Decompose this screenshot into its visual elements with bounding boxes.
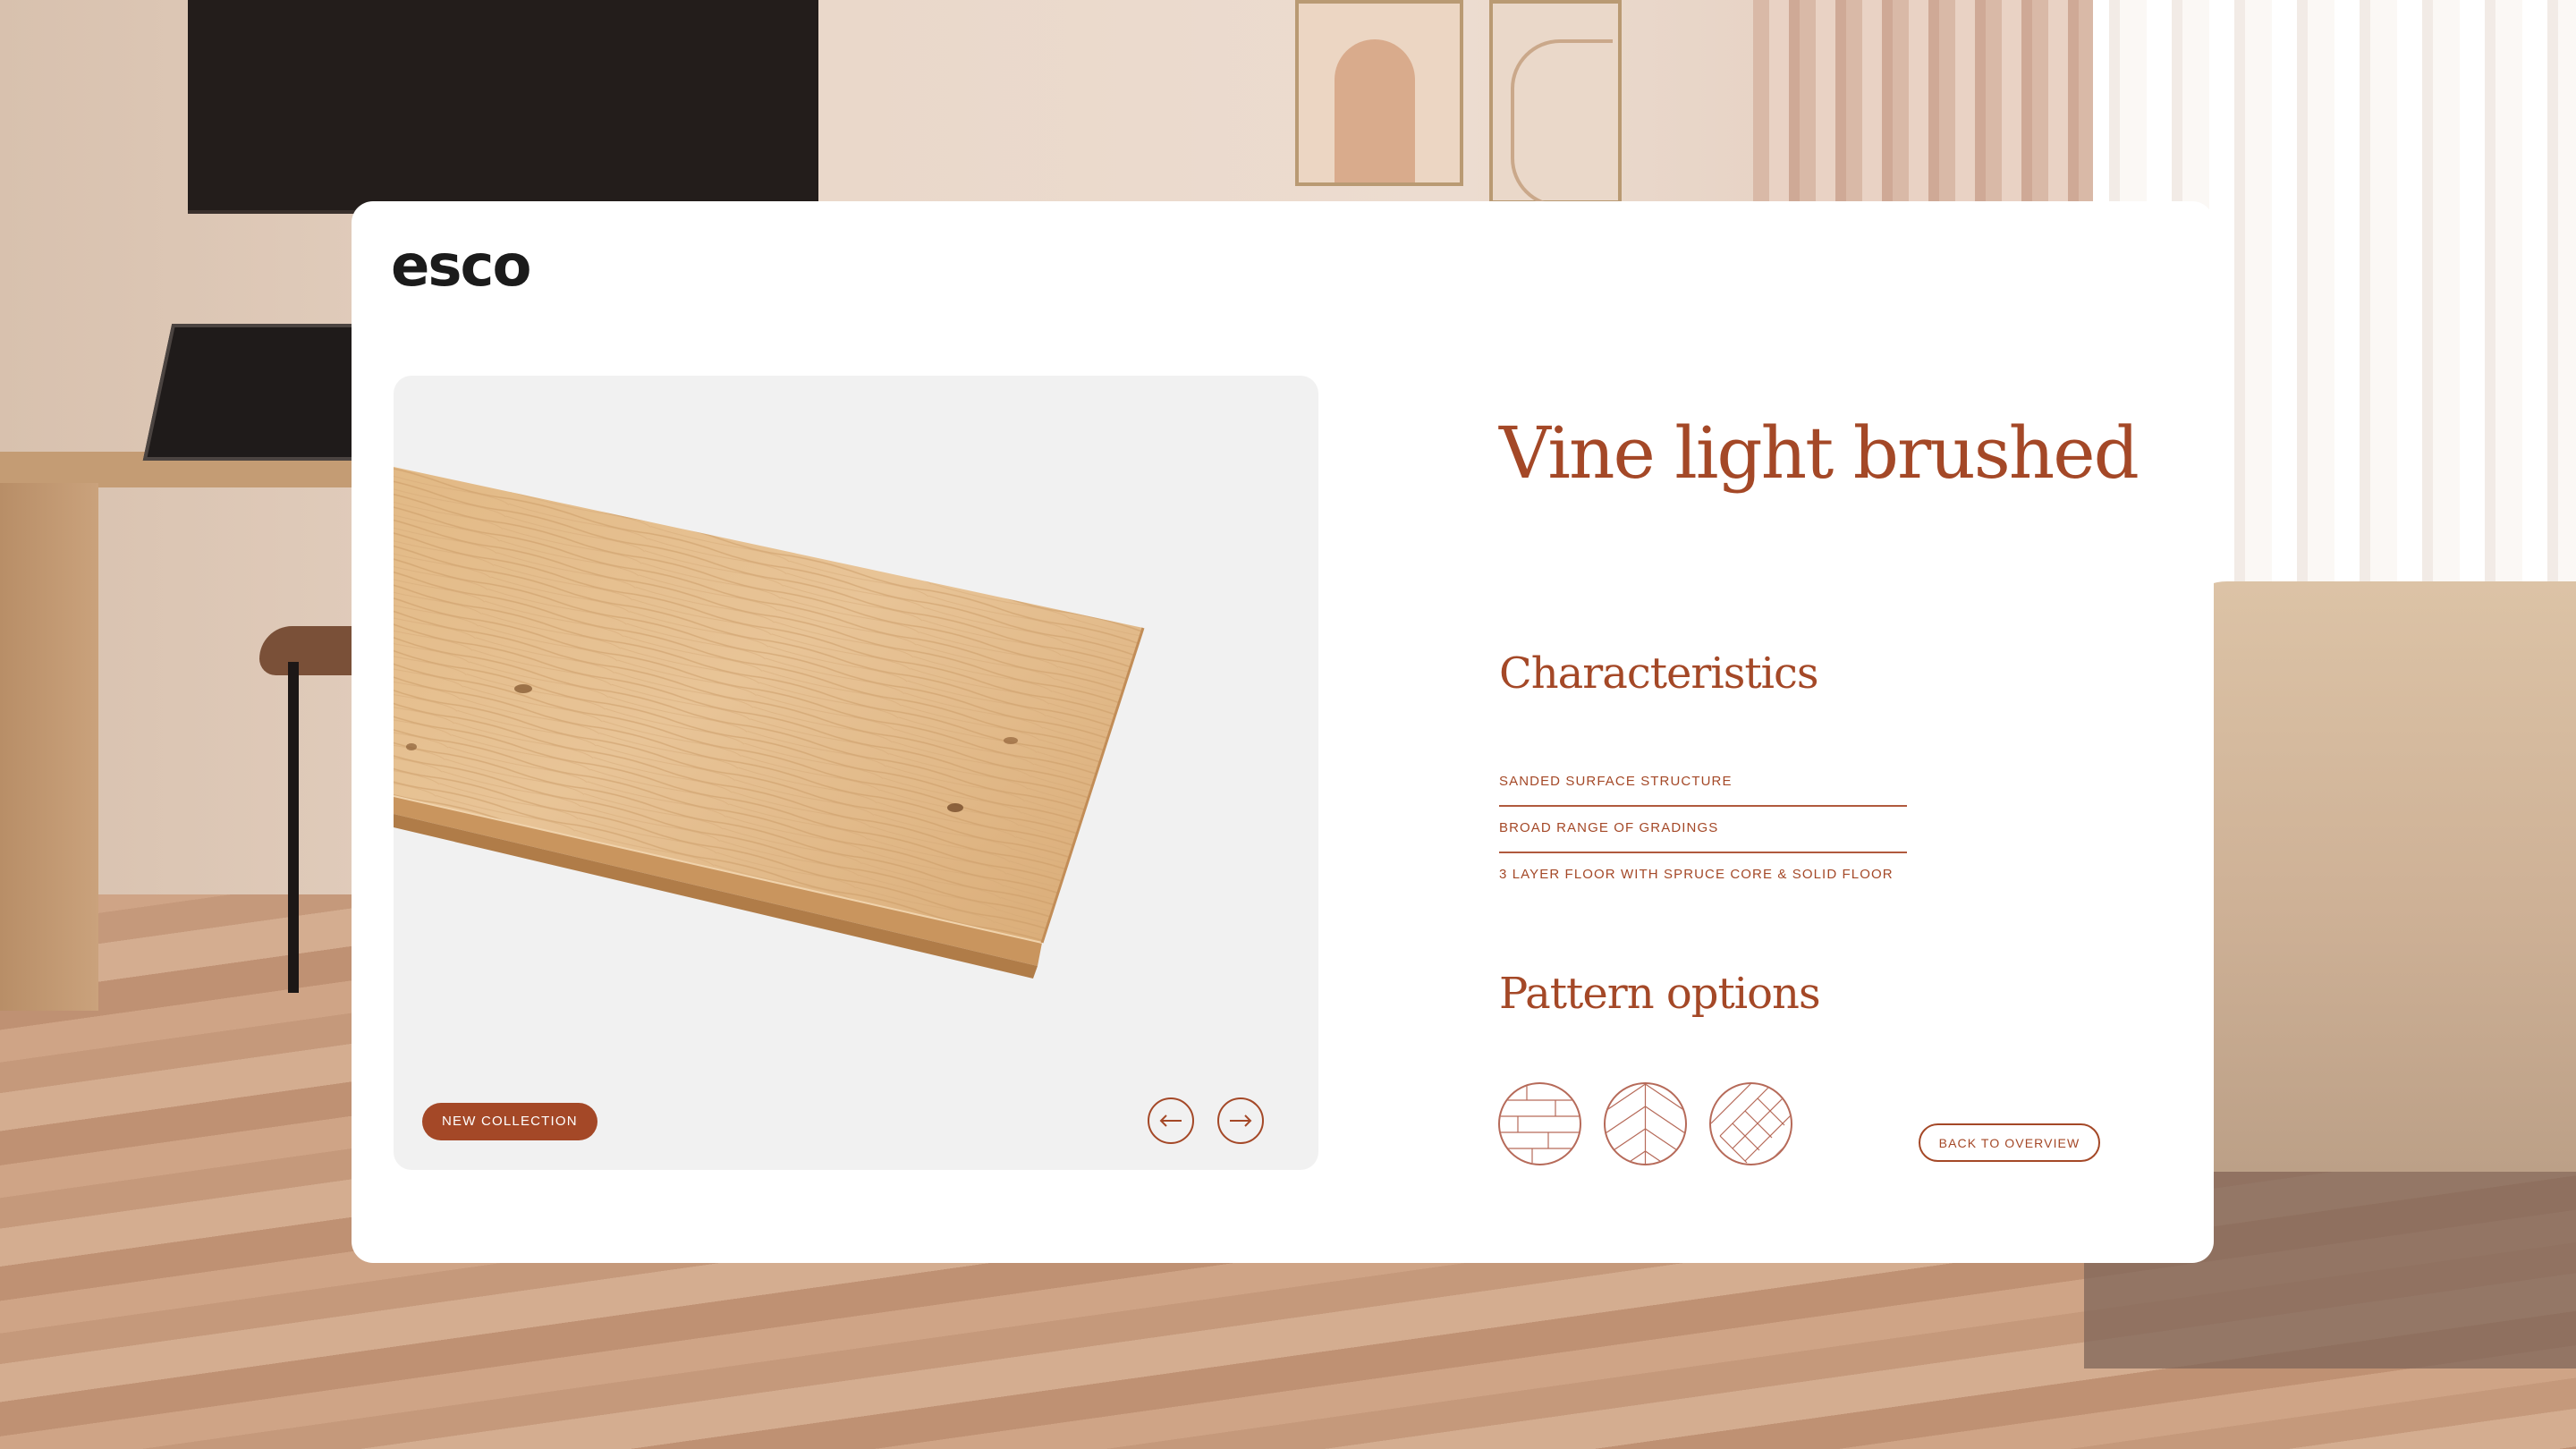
background-bed [2174,581,2576,1172]
product-image-panel: NEW COLLECTION [394,376,1318,1170]
herringbone-pattern-icon [1711,1084,1791,1164]
chevron-pattern-icon [1606,1084,1685,1164]
characteristics-list: SANDED SURFACE STRUCTURE BROAD RANGE OF … [1499,760,1907,898]
gallery-prev-button[interactable] [1148,1097,1194,1144]
wood-plank-image [394,467,1145,979]
back-to-overview-button[interactable]: BACK TO OVERVIEW [1919,1123,2100,1162]
arrow-right-icon [1230,1114,1252,1127]
gallery-next-button[interactable] [1217,1097,1264,1144]
herringbone-pattern-option[interactable] [1709,1082,1792,1165]
background-tv [188,0,818,214]
product-title: Vine light brushed [1499,411,2140,495]
chevron-pattern-option[interactable] [1604,1082,1687,1165]
esco-logo[interactable]: esco [391,235,548,296]
characteristic-item: SANDED SURFACE STRUCTURE [1499,760,1907,807]
new-collection-badge[interactable]: NEW COLLECTION [422,1103,597,1140]
characteristics-heading: Characteristics [1499,648,1818,699]
background-art-frame-left [1295,0,1463,186]
product-card: esco NEW COLLECTION Vine light brushed C… [352,201,2214,1263]
pattern-options [1498,1082,1792,1165]
background-curtain [1753,0,2093,206]
characteristic-item: BROAD RANGE OF GRADINGS [1499,807,1907,853]
svg-text:esco: esco [391,235,530,296]
background-chair-leg [288,662,299,993]
plank-pattern-icon [1500,1084,1580,1164]
pattern-options-heading: Pattern options [1499,969,1821,1019]
arrow-left-icon [1159,1114,1182,1127]
characteristic-item: 3 LAYER FLOOR WITH SPRUCE CORE & SOLID F… [1499,867,1894,882]
background-laptop [142,324,386,461]
background-desk-leg [0,483,98,1011]
plank-pattern-option[interactable] [1498,1082,1581,1165]
background-art-frame-right [1489,0,1622,208]
